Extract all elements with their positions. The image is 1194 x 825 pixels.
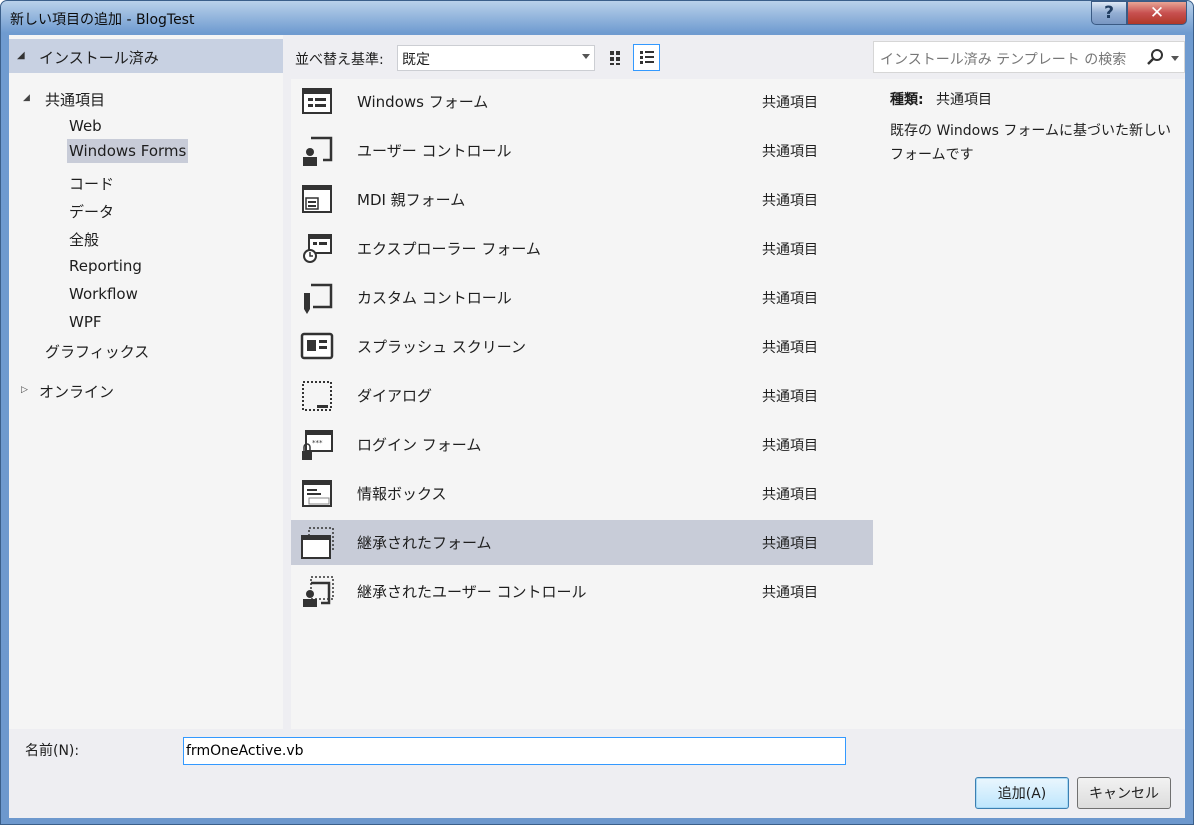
dialog-icon (302, 381, 332, 411)
inherited-form-icon (301, 527, 334, 559)
dialog-client: ◢ インストール済み ◢ 共通項目 Web Windows Forms コード … (9, 35, 1185, 818)
template-row[interactable]: ダイアログ 共通項目 (291, 373, 873, 418)
tree-node-code[interactable]: コード (69, 173, 114, 194)
grid-view-icon (609, 50, 620, 65)
help-button[interactable]: ? (1091, 1, 1127, 25)
tree-header-installed[interactable]: ◢ インストール済み (9, 39, 283, 73)
sort-select[interactable]: 既定 (397, 45, 595, 71)
tree-node-common-items[interactable]: ◢ 共通項目 (23, 89, 105, 110)
chevron-down-icon[interactable] (1171, 56, 1179, 61)
tree-node-reporting[interactable]: Reporting (69, 257, 142, 275)
template-description: 既存の Windows フォームに基づいた新しいフォームです (890, 123, 1171, 163)
expanded-triangle-icon: ◢ (23, 93, 30, 103)
close-button[interactable]: ✕ (1127, 1, 1187, 25)
small-icons-view-button[interactable] (603, 44, 630, 71)
svg-text:***: *** (312, 439, 323, 447)
add-button[interactable]: 追加(A) (975, 777, 1069, 809)
tree-node-graphics[interactable]: グラフィックス (45, 341, 149, 362)
explorer-form-icon (303, 234, 332, 263)
add-new-item-dialog: 新しい項目の追加 - BlogTest ? ✕ ◢ インストール済み ◢ 共通項… (0, 0, 1194, 825)
template-search-box[interactable]: インストール済み テンプレート の検索 (873, 41, 1185, 73)
tree-node-web[interactable]: Web (69, 117, 102, 135)
sort-label: 並べ替え基準: (295, 52, 384, 68)
list-view-icon (639, 50, 654, 64)
search-input[interactable]: インストール済み テンプレート の検索 (880, 49, 1142, 69)
collapsed-triangle-icon: ▷ (21, 385, 28, 395)
type-label: 種類: (890, 92, 924, 108)
template-row[interactable]: MDI 親フォーム 共通項目 (291, 177, 873, 222)
tree-node-online[interactable]: ▷ オンライン (21, 381, 114, 402)
login-form-icon: *** (302, 430, 333, 460)
search-icon[interactable] (1147, 48, 1165, 66)
about-box-icon (302, 480, 332, 507)
title-bar[interactable]: 新しい項目の追加 - BlogTest ? ✕ (1, 1, 1193, 35)
tree-node-data[interactable]: データ (69, 201, 114, 222)
name-label: 名前(N): (25, 743, 80, 759)
template-details-panel: 種類: 共通項目 既存の Windows フォームに基づいた新しいフォームです (873, 79, 1185, 729)
tree-node-general[interactable]: 全般 (69, 229, 99, 250)
splash-screen-icon (300, 332, 334, 360)
inherited-user-control-icon (303, 576, 334, 607)
tree-node-wpf[interactable]: WPF (69, 313, 102, 331)
template-list: Windows フォーム 共通項目 ユーザー コントロール 共通項目 MDI 親… (291, 79, 873, 729)
template-row[interactable]: 情報ボックス 共通項目 (291, 471, 873, 516)
template-row[interactable]: カスタム コントロール 共通項目 (291, 275, 873, 320)
category-tree: ◢ インストール済み ◢ 共通項目 Web Windows Forms コード … (9, 35, 283, 729)
cancel-button[interactable]: キャンセル (1077, 777, 1171, 809)
template-row[interactable]: ユーザー コントロール 共通項目 (291, 128, 873, 173)
collapse-triangle-icon: ◢ (17, 50, 25, 61)
tree-node-workflow[interactable]: Workflow (69, 285, 138, 303)
template-row[interactable]: 継承されたフォーム 共通項目 (291, 520, 873, 565)
type-value: 共通項目 (936, 92, 992, 108)
template-row[interactable]: Windows フォーム 共通項目 (291, 79, 873, 124)
custom-control-icon (304, 283, 333, 314)
user-control-icon (303, 136, 333, 166)
template-row[interactable]: 継承されたユーザー コントロール 共通項目 (291, 569, 873, 614)
windows-form-icon (302, 88, 332, 114)
tree-node-windows-forms[interactable]: Windows Forms (67, 139, 189, 163)
mdi-form-icon (302, 185, 332, 213)
template-row[interactable]: *** ログイン フォーム 共通項目 (291, 422, 873, 467)
window-title: 新しい項目の追加 - BlogTest (10, 12, 195, 28)
template-row[interactable]: スプラッシュ スクリーン 共通項目 (291, 324, 873, 369)
chevron-down-icon (582, 54, 590, 59)
name-input[interactable] (183, 737, 846, 765)
template-row[interactable]: エクスプローラー フォーム 共通項目 (291, 226, 873, 271)
details-view-button[interactable] (633, 44, 660, 71)
